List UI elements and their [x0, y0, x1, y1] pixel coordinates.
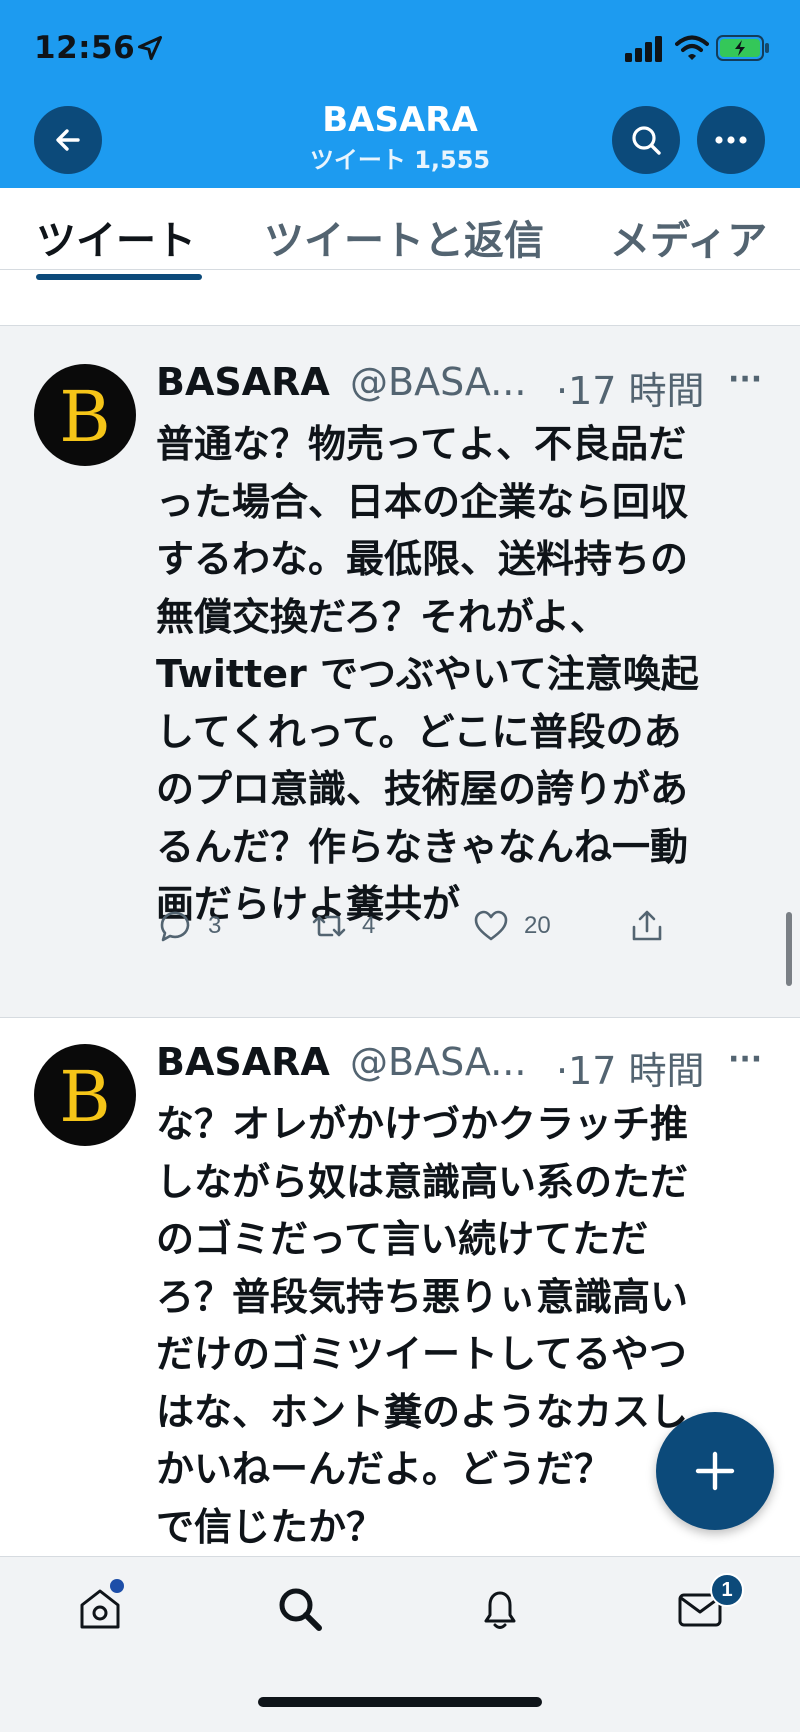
tweet-text-line: るんだ？作らなきゃなんね一動: [156, 824, 689, 869]
tweet-more-button[interactable]: ···: [728, 1042, 762, 1077]
tweet-text-line: った場合、日本の企業なら回収: [156, 479, 689, 524]
location-arrow-icon: [137, 35, 163, 61]
compose-icon: [695, 1451, 735, 1491]
like-count: 20: [524, 912, 551, 939]
notifications-icon[interactable]: [476, 1585, 524, 1633]
tweet-time: ·17 時間: [556, 1049, 705, 1093]
avatar[interactable]: B: [34, 1044, 136, 1146]
profile-name-title: BASARA: [322, 100, 478, 140]
tweet-text-line: な？オレがかけづかクラッチ推: [156, 1102, 689, 1146]
avatar[interactable]: B: [34, 364, 136, 466]
tab-tweets[interactable]: ツイート: [36, 208, 196, 266]
tab-tweets-and-replies[interactable]: ツイートと返信: [264, 208, 544, 266]
more-icon: [715, 136, 747, 144]
tweet-author-name: BASARA: [156, 1040, 330, 1084]
reply-icon: [160, 911, 190, 942]
tab-media[interactable]: メディア: [610, 208, 767, 266]
share-icon: [632, 910, 662, 941]
retweet-count: 4: [362, 912, 376, 939]
search-button[interactable]: [612, 106, 680, 174]
home-notification-dot: [110, 1579, 124, 1593]
home-indicator: [258, 1697, 542, 1707]
status-bar: 12:56: [0, 0, 800, 96]
compose-tweet-button[interactable]: [656, 1412, 774, 1530]
tweet-text-line: のプロ意識、技術屋の誇りがあ: [156, 767, 689, 811]
tweet-more-button[interactable]: ···: [728, 362, 762, 397]
scrollbar-thumb[interactable]: [786, 912, 792, 986]
cellular-signal-icon: [625, 36, 662, 62]
more-options-button[interactable]: [697, 106, 765, 174]
retweet-button[interactable]: 4: [310, 904, 375, 948]
tweet-text-line: だけのゴミツイートしてるやつ: [156, 1332, 687, 1376]
reply-count: 3: [208, 912, 222, 939]
tweet-text-line: ろ？普段気持ち悪りぃ意識高い: [156, 1274, 689, 1319]
tweet-author-handle: @BASA...: [350, 1040, 527, 1084]
top-bar: 12:56 BASARA ツイート 1,555: [0, 0, 800, 188]
tweet-text-line: するわな。最低限、送料持ちの: [156, 537, 689, 581]
status-time: 12:56: [34, 30, 136, 66]
tweet-text-line: はな、ホント糞のようなカスし: [156, 1389, 689, 1434]
tweet-text: 普通な？物売ってよ、不良品だ った場合、日本の企業なら回収 するわな。最低限、送…: [156, 416, 756, 934]
retweet-icon: [312, 915, 346, 937]
divider-area: [0, 282, 800, 326]
tweet-time: ·17 時間: [556, 369, 705, 413]
profile-tabs: ツイート ツイートと返信 メディア: [0, 188, 800, 270]
messages-badge: 1: [710, 1573, 744, 1607]
like-icon: [474, 910, 508, 941]
tweet-text-line: 普通な？物売ってよ、不良品だ: [156, 422, 687, 466]
tweet-author-handle: @BASA...: [350, 360, 527, 404]
tweet-text-line: 無償交換だろ？それがよ、: [156, 594, 608, 639]
tweet-text-line: Twitter でつぶやいて注意喚起: [156, 652, 699, 696]
reply-button[interactable]: 3: [156, 904, 221, 948]
search-icon: [632, 126, 661, 155]
tweet-actions: 3 4 20: [156, 904, 756, 948]
wifi-icon: [675, 35, 709, 60]
tweet-text-line: のゴミだって言い続けてただ: [156, 1217, 649, 1261]
battery-icon: [716, 35, 769, 61]
share-button[interactable]: [628, 904, 666, 948]
like-button[interactable]: 20: [472, 904, 551, 948]
tweet[interactable]: B BASARA @BASA... ·17 時間 ··· 普通な？物売ってよ、不…: [0, 326, 800, 1018]
tweet-text-line: してくれって。どこに普段のあ: [156, 709, 682, 754]
tweet-count: ツイート 1,555: [309, 146, 491, 174]
tweet-author-name: BASARA: [156, 360, 330, 404]
tweet-text-line: しながら奴は意識高い系のただ: [156, 1159, 689, 1204]
explore-icon[interactable]: [276, 1585, 324, 1633]
active-tab-indicator: [36, 274, 202, 280]
bottom-tab-bar: 1: [0, 1556, 800, 1732]
tweet-text-line: で信じたか？: [156, 1504, 385, 1549]
